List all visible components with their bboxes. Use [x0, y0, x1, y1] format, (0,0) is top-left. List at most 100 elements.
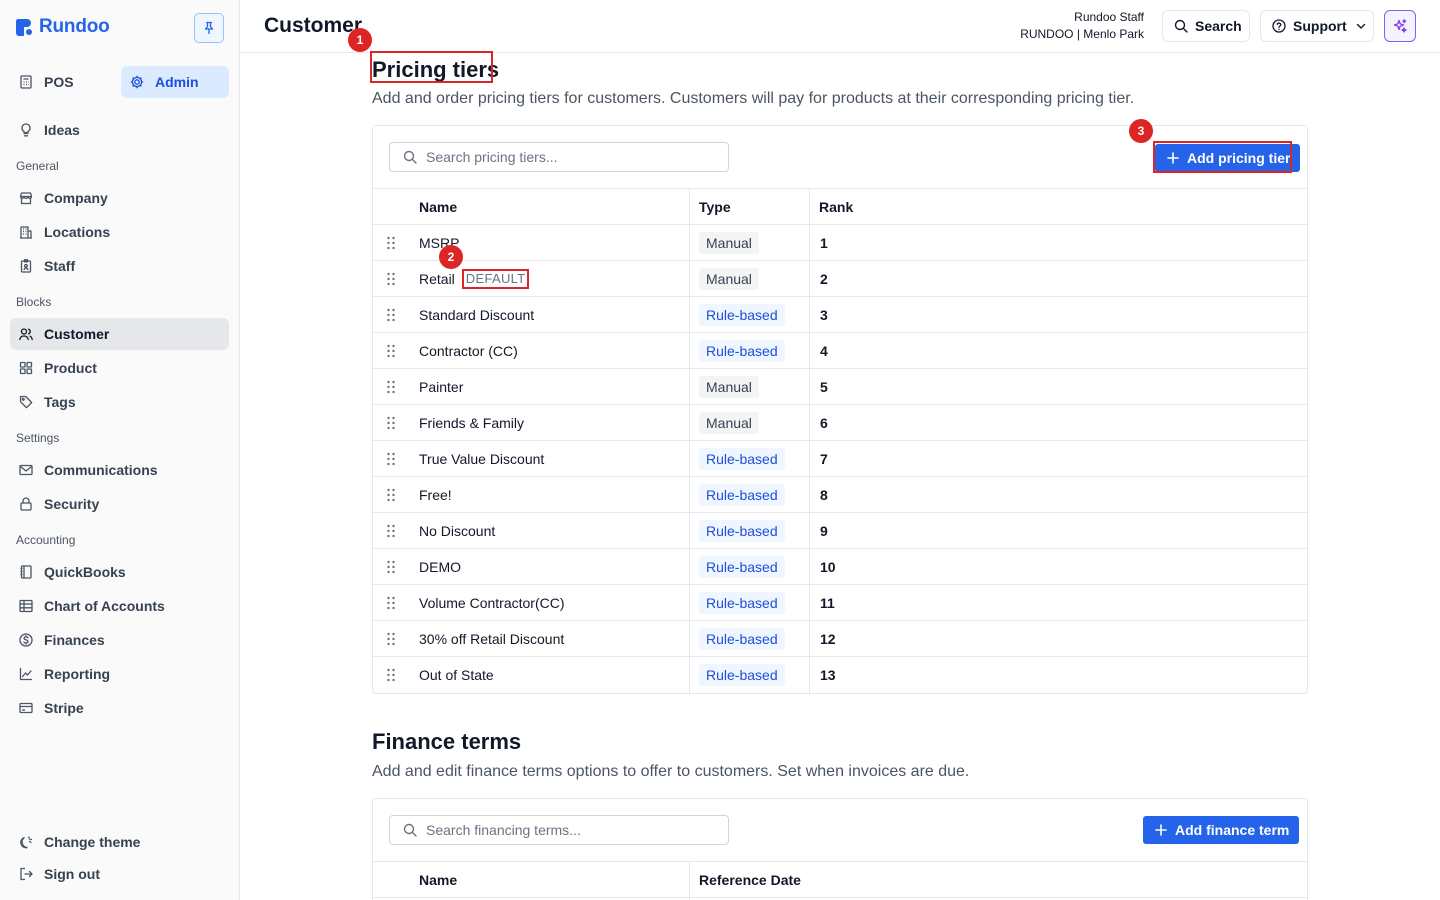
- line-chart-icon: [18, 666, 34, 682]
- tier-name-cell: DEMO: [419, 549, 461, 585]
- finance-terms-title: Finance terms: [372, 729, 522, 754]
- table-row[interactable]: Painter Manual 5: [373, 369, 1307, 405]
- sidebar-item-ideas[interactable]: Ideas: [10, 114, 229, 146]
- pos-mode-label: POS: [44, 74, 74, 90]
- tag-icon: [18, 394, 34, 410]
- add-finance-term-button[interactable]: Add finance term: [1143, 816, 1300, 844]
- table-row[interactable]: No Discount Rule-based 9: [373, 513, 1307, 549]
- sidebar-item-label: Locations: [44, 224, 111, 240]
- drag-handle-icon[interactable]: [385, 657, 397, 693]
- rundoo-logo-icon: [16, 18, 33, 36]
- tier-name: Standard Discount: [419, 307, 535, 323]
- sidebar-item-locations[interactable]: Locations: [10, 216, 229, 248]
- sidebar-item-label: QuickBooks: [44, 564, 126, 580]
- drag-handle-icon[interactable]: [385, 513, 397, 549]
- pin-icon: [201, 20, 217, 36]
- type-badge: Rule-based: [699, 628, 785, 650]
- finance-terms-description: Add and edit finance terms options to of…: [372, 763, 970, 780]
- table-row[interactable]: Friends & Family Manual 6: [373, 405, 1307, 441]
- tier-type-cell: Manual: [699, 261, 759, 297]
- column-header-rank[interactable]: Rank: [819, 189, 853, 225]
- search-placeholder: Search pricing tiers...: [426, 149, 558, 165]
- sidebar-item-label: Stripe: [44, 700, 84, 716]
- drag-handle-icon[interactable]: [385, 621, 397, 657]
- pricing-tiers-search-input[interactable]: Search pricing tiers...: [389, 142, 729, 172]
- tier-rank: 11: [820, 595, 835, 611]
- tier-name: Contractor (CC): [419, 343, 518, 359]
- sidebar-item-staff[interactable]: Staff: [10, 250, 229, 282]
- sidebar-item-product[interactable]: Product: [10, 352, 229, 384]
- sidebar-item-label: Chart of Accounts: [44, 598, 165, 614]
- drag-handle-icon[interactable]: [385, 585, 397, 621]
- table-row[interactable]: Contractor (CC) Rule-based 4: [373, 333, 1307, 369]
- table-row[interactable]: MSRP Manual 1: [373, 225, 1307, 261]
- tier-name: 30% off Retail Discount: [419, 631, 565, 647]
- type-badge: Rule-based: [699, 304, 785, 326]
- drag-handle-icon[interactable]: [385, 549, 397, 585]
- table-row[interactable]: Volume Contractor(CC) Rule-based 11: [373, 585, 1307, 621]
- search-icon: [402, 822, 418, 838]
- search-icon: [402, 149, 418, 165]
- sidebar-item-chart-of-accounts[interactable]: Chart of Accounts: [10, 590, 229, 622]
- pos-mode-button[interactable]: POS: [10, 66, 113, 98]
- table-row[interactable]: Retail DEFAULT Manual 2: [373, 261, 1307, 297]
- sidebar-item-reporting[interactable]: Reporting: [10, 658, 229, 690]
- table-row[interactable]: DEMO Rule-based 10: [373, 549, 1307, 585]
- drag-handle-icon[interactable]: [385, 261, 397, 297]
- table-row[interactable]: 30% off Retail Discount Rule-based 12: [373, 621, 1307, 657]
- sidebar-item-security[interactable]: Security: [10, 488, 229, 520]
- drag-handle-icon[interactable]: [385, 333, 397, 369]
- drag-handle-icon[interactable]: [385, 297, 397, 333]
- sidebar-item-finances[interactable]: Finances: [10, 624, 229, 656]
- annotation-box-1: [370, 51, 493, 83]
- tier-name: No Discount: [419, 523, 496, 539]
- change-theme-button[interactable]: Change theme: [10, 826, 229, 858]
- support-button-label: Support: [1293, 18, 1347, 34]
- sidebar-item-communications[interactable]: Communications: [10, 454, 229, 486]
- help-circle-icon: [1271, 18, 1287, 34]
- sign-out-button[interactable]: Sign out: [10, 858, 229, 890]
- drag-handle-icon[interactable]: [385, 441, 397, 477]
- table-row[interactable]: True Value Discount Rule-based 7: [373, 441, 1307, 477]
- search-button[interactable]: Search: [1162, 10, 1250, 42]
- dollar-circle-icon: [18, 632, 34, 648]
- table-row[interactable]: Standard Discount Rule-based 3: [373, 297, 1307, 333]
- gear-icon: [129, 74, 145, 90]
- tier-rank: 9: [820, 523, 828, 539]
- tier-rank: 1: [820, 235, 828, 251]
- sign-out-label: Sign out: [44, 866, 100, 882]
- type-badge: Rule-based: [699, 340, 785, 362]
- pin-sidebar-button[interactable]: [194, 13, 224, 43]
- column-header-name[interactable]: Name: [419, 189, 457, 225]
- brand-name: Rundoo: [39, 16, 110, 37]
- tier-rank: 3: [820, 307, 828, 323]
- column-header-name[interactable]: Name: [419, 862, 457, 898]
- table-row[interactable]: Out of State Rule-based 13: [373, 657, 1307, 693]
- sidebar-item-customer[interactable]: Customer: [10, 318, 229, 350]
- sidebar-item-company[interactable]: Company: [10, 182, 229, 214]
- column-header-reference-date[interactable]: Reference Date: [699, 862, 801, 898]
- tier-name-cell: Free!: [419, 477, 452, 513]
- annotation-box-3: [1153, 141, 1292, 173]
- support-button[interactable]: Support: [1260, 10, 1374, 42]
- sidebar-item-quickbooks[interactable]: QuickBooks: [10, 556, 229, 588]
- register-icon: [18, 74, 34, 90]
- tier-name-cell: 30% off Retail Discount: [419, 621, 564, 657]
- column-header-type[interactable]: Type: [699, 189, 731, 225]
- ai-assistant-button[interactable]: [1384, 10, 1416, 42]
- sidebar: Rundoo POS Admin Ideas General Company L…: [0, 0, 240, 900]
- admin-mode-button[interactable]: Admin: [121, 66, 229, 98]
- drag-handle-icon[interactable]: [385, 477, 397, 513]
- sidebar-item-tags[interactable]: Tags: [10, 386, 229, 418]
- sidebar-item-stripe[interactable]: Stripe: [10, 692, 229, 724]
- drag-handle-icon[interactable]: [385, 225, 397, 261]
- drag-handle-icon[interactable]: [385, 405, 397, 441]
- finance-terms-search-input[interactable]: Search financing terms...: [389, 815, 729, 845]
- drag-handle-icon[interactable]: [385, 369, 397, 405]
- type-badge: Manual: [699, 412, 759, 434]
- tier-type-cell: Rule-based: [699, 549, 785, 585]
- lock-icon: [18, 496, 34, 512]
- sparkles-icon: [1392, 18, 1408, 34]
- table-row[interactable]: Free! Rule-based 8: [373, 477, 1307, 513]
- rundoo-logo[interactable]: Rundoo: [16, 16, 110, 38]
